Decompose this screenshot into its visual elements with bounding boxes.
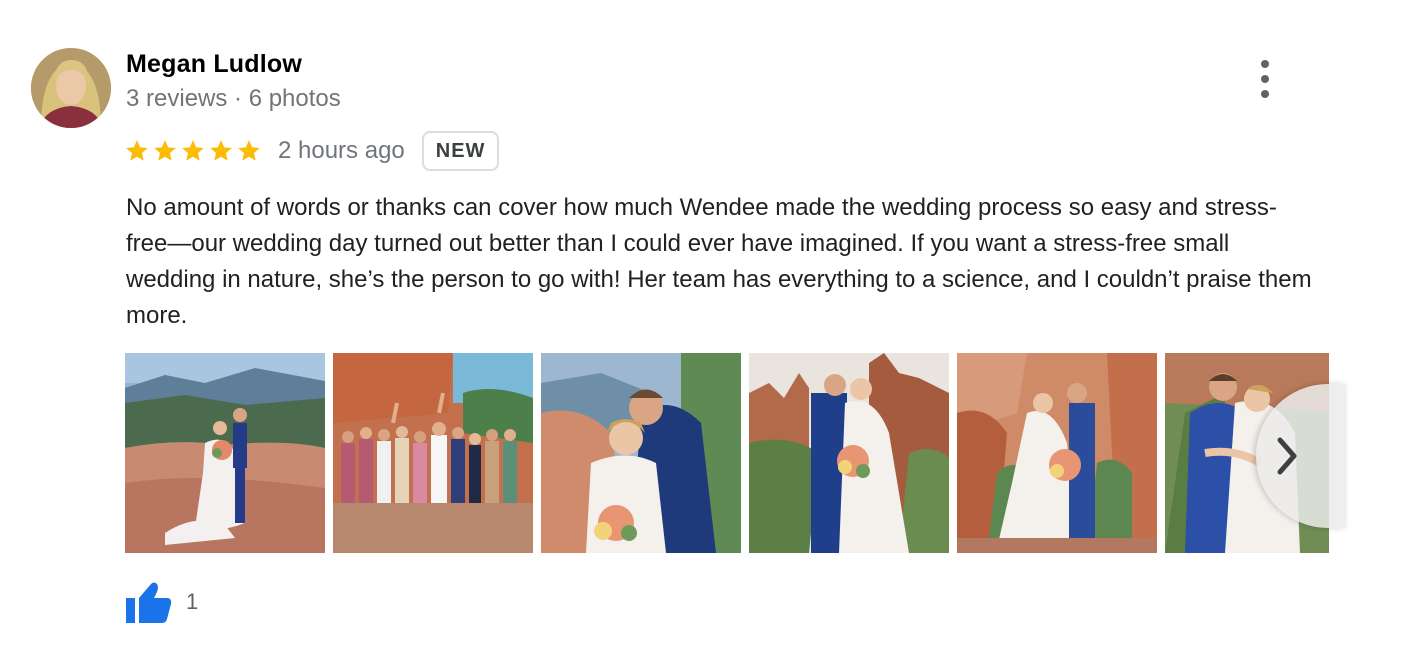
review-text: No amount of words or thanks can cover h…: [126, 194, 1312, 329]
thumbs-up-icon[interactable]: [126, 581, 172, 623]
chevron-right-icon: [1277, 437, 1297, 475]
photo-couple-overlook[interactable]: [125, 353, 325, 553]
photo-wedding-party[interactable]: [333, 353, 533, 553]
photo-couple-closeup[interactable]: [541, 353, 741, 553]
star-icon: [126, 140, 148, 161]
photo-strip: [125, 353, 1329, 553]
reviewer-name[interactable]: Megan Ludlow: [126, 50, 302, 79]
photo-couple-kiss-rocks[interactable]: [749, 353, 949, 553]
like-count: 1: [186, 589, 199, 614]
star-icon: [238, 140, 260, 161]
photo-couple-kiss-canyon[interactable]: [957, 353, 1157, 553]
more-vert-icon[interactable]: [1252, 58, 1278, 100]
review-time: 2 hours ago: [278, 137, 405, 164]
star-icon: [182, 140, 204, 161]
like-row: 1: [126, 580, 198, 624]
rating-row: 2 hours ago NEW: [124, 130, 500, 172]
avatar[interactable]: [31, 48, 111, 128]
star-icon: [210, 140, 232, 161]
new-badge: NEW: [421, 131, 500, 171]
star-icon: [154, 140, 176, 161]
reviewer-meta: 3 reviews · 6 photos: [126, 85, 341, 112]
star-rating: [124, 138, 262, 164]
